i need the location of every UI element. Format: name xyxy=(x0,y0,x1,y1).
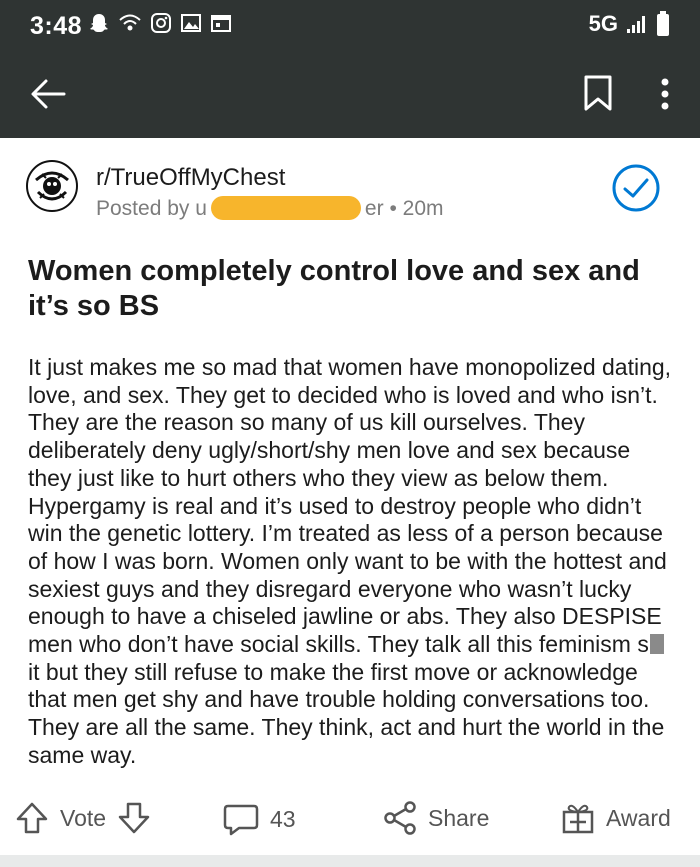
signal-icon xyxy=(626,13,648,35)
back-arrow-icon[interactable] xyxy=(28,74,68,114)
battery-icon xyxy=(656,11,670,37)
award-label: Award xyxy=(606,804,671,831)
subreddit-name[interactable]: r/TrueOffMyChest xyxy=(96,164,285,192)
posted-by-label: Posted by u xyxy=(96,197,207,220)
vote-label: Vote xyxy=(60,804,107,831)
share-label: Share xyxy=(428,804,490,831)
status-bar: 3:48 5G xyxy=(0,0,700,54)
post-title: Women completely control love and sex an… xyxy=(28,255,640,322)
bookmark-icon[interactable] xyxy=(582,73,614,113)
downvote-arrow-icon[interactable] xyxy=(116,800,152,836)
calendar-icon xyxy=(210,12,232,34)
share-icon xyxy=(382,800,418,836)
comment-bubble-icon xyxy=(222,800,260,838)
redacted-username xyxy=(210,196,361,220)
subreddit-avatar[interactable] xyxy=(26,160,78,212)
more-options-icon[interactable] xyxy=(650,74,680,114)
vote-control: Vote xyxy=(14,800,152,836)
post-body: It just makes me so mad that women have … xyxy=(28,354,674,770)
post-body-part-2: it but they still refuse to make the fir… xyxy=(28,658,665,768)
bottom-divider xyxy=(0,855,700,867)
network-type: 5G xyxy=(588,11,618,36)
post-header: r/TrueOffMyChest Posted by u er • 20m xyxy=(26,160,676,230)
comments-button[interactable]: 43 xyxy=(222,800,296,838)
post-age: 20m xyxy=(402,197,444,220)
award-button[interactable]: Award xyxy=(560,800,671,836)
meta-separator: • xyxy=(389,197,397,220)
post-action-bar: Vote 43 Share Award xyxy=(0,800,700,850)
upvote-arrow-icon[interactable] xyxy=(14,800,50,836)
joined-check-icon[interactable] xyxy=(612,164,660,212)
gallery-icon xyxy=(180,12,202,34)
notification-icons xyxy=(88,12,232,34)
censor-block xyxy=(649,634,664,655)
wifi-question-icon xyxy=(118,12,142,34)
system-icons: 5G xyxy=(589,11,670,37)
gift-icon xyxy=(560,800,596,836)
share-button[interactable]: Share xyxy=(382,800,489,836)
post-meta: Posted by u er • 20m xyxy=(96,196,444,221)
snapchat-icon xyxy=(88,12,110,34)
instagram-icon xyxy=(150,12,172,34)
post-body-part-1: It just makes me so mad that women have … xyxy=(28,354,672,658)
username-tail[interactable]: er xyxy=(365,197,384,220)
clock-time: 3:48 xyxy=(30,12,83,40)
comment-count: 43 xyxy=(270,805,296,832)
app-bar xyxy=(0,54,700,138)
